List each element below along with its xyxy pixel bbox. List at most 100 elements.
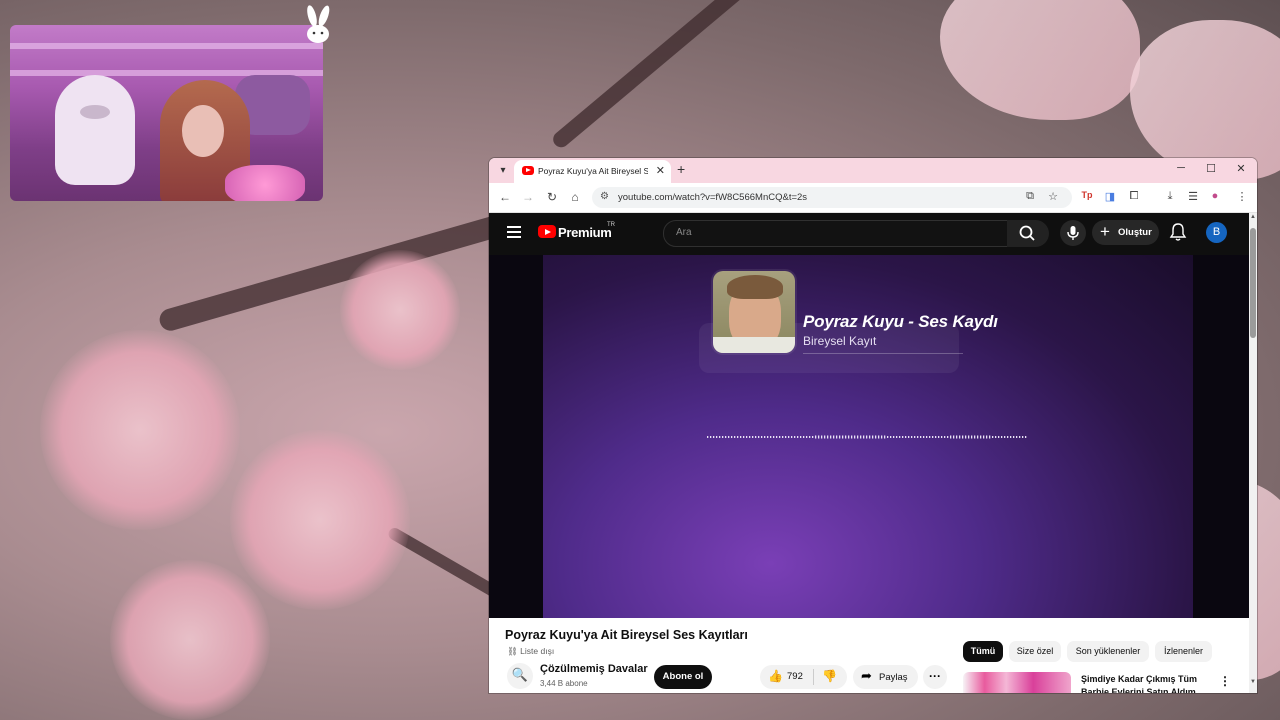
waveform-bar [941,436,943,438]
search-input[interactable]: Ara [663,220,1009,247]
chip-all[interactable]: Tümü [963,641,1003,662]
waveform-bar [785,436,787,438]
waveform-bar [1013,436,1015,438]
waveform-bar [965,435,967,439]
tab-active[interactable]: Poyraz Kuyu'ya Ait Bireysel Ses Kayıtlar… [514,160,671,183]
wallpaper-blossom [40,330,240,530]
back-button[interactable]: ← [497,190,513,204]
like-thumb-icon[interactable]: 👍 [768,669,783,683]
share-button[interactable]: ➦ Paylaş [853,665,918,689]
menu-icon[interactable] [507,226,521,238]
subscribe-button[interactable]: Abone ol [654,665,712,689]
tab-close-icon[interactable]: ✕ [656,164,665,177]
share-label: Paylaş [879,672,908,683]
waveform-bar [758,436,760,438]
scroll-down-arrow-icon[interactable]: ▼ [1249,679,1257,685]
bunny-icon [307,5,330,43]
search-button[interactable] [1007,220,1049,247]
waveform-bar [950,435,952,439]
extension-translate-icon[interactable]: ◨ [1102,190,1118,203]
youtube-header: Premium TR Ara + Oluştur B [489,213,1249,255]
waveform-bar [761,436,763,438]
notifications-bell-icon[interactable] [1169,222,1187,242]
reading-list-icon[interactable]: ☰ [1185,190,1201,203]
chip-for-you[interactable]: Size özel [1009,641,1061,662]
dislike-thumb-icon[interactable]: 👎 [822,669,837,683]
waveform-bar [935,436,937,438]
close-window-button[interactable]: ✕ [1231,162,1251,175]
new-tab-button[interactable]: + [677,161,685,177]
waveform-bar [1007,436,1009,438]
youtube-logo-icon[interactable] [538,225,556,238]
recommendation-menu-icon[interactable]: ⋮ [1219,674,1231,688]
voice-search-button[interactable] [1060,220,1086,246]
waveform-bar [902,436,904,438]
waveform-bar [767,436,769,438]
photo-hair [727,275,783,299]
maximize-button[interactable]: ☐ [1201,162,1221,175]
bookmark-star-icon[interactable]: ☆ [1045,190,1061,203]
waveform-bar [995,436,997,438]
recommendation-thumbnail[interactable] [963,672,1071,693]
video-player[interactable]: Poyraz Kuyu - Ses Kaydı Bireysel Kayıt [489,255,1249,618]
like-count[interactable]: 792 [787,671,803,682]
more-actions-button[interactable]: ··· [923,665,947,689]
waveform-bar [983,435,985,439]
page-scrollbar[interactable]: ▲ ▼ [1249,213,1257,693]
waveform-bar [881,435,883,439]
waveform-bar [770,436,772,438]
forward-button[interactable]: → [520,190,536,204]
video-title: Poyraz Kuyu'ya Ait Bireysel Ses Kayıtlar… [505,628,748,642]
unlisted-badge: ⛓ Liste dışı [507,646,554,657]
webcam-overlay [10,25,323,201]
waveform-bar [752,436,754,438]
downloads-icon[interactable]: ⤓ [1162,190,1178,203]
waveform-bar [824,435,826,439]
recommendation-title[interactable]: Şimdiye Kadar Çıkmış Tüm Barbie Evlerini… [1081,673,1206,693]
waveform-bar [779,436,781,438]
create-button[interactable]: + Oluştur [1092,220,1159,245]
youtube-brand[interactable]: Premium [558,225,612,240]
address-url[interactable]: youtube.com/watch?v=fW8C566MnCQ&t=2s [618,192,807,203]
tab-strip: ▾ Poyraz Kuyu'ya Ait Bireysel Ses Kayıtl… [489,158,1257,183]
waveform-bar [887,436,889,438]
wallpaper-blossom [340,250,460,370]
waveform-bar [1019,436,1021,438]
waveform-bar [854,435,856,439]
waveform-bar [815,435,817,439]
site-info-icon[interactable]: ⚙ [600,191,609,202]
extensions-puzzle-icon[interactable]: ⧠ [1126,190,1142,203]
chip-watched[interactable]: İzlenenler [1155,641,1212,662]
install-app-icon[interactable]: ⧉ [1022,190,1038,203]
waveform-bar [962,435,964,439]
cam-plush-face [80,105,110,119]
waveform-bar [992,436,994,438]
account-avatar[interactable]: B [1206,222,1227,243]
waveform-bar [836,435,838,439]
extension-tp-icon[interactable]: Tp [1079,190,1095,200]
player-card-title: Poyraz Kuyu - Ses Kaydı [803,312,998,331]
waveform-bar [875,435,877,439]
channel-avatar-icon[interactable]: 🔍 [507,663,533,689]
address-bar[interactable]: ⚙ youtube.com/watch?v=fW8C566MnCQ&t=2s [592,187,1072,208]
youtube-page: Premium TR Ara + Oluştur B Poyraz Kuyu -… [489,213,1249,693]
waveform-bar [713,436,715,438]
waveform-bar [989,435,991,439]
cam-flowers [225,165,305,201]
chip-recently-uploaded[interactable]: Son yüklenenler [1067,641,1149,662]
tab-search-dropdown[interactable]: ▾ [495,163,511,179]
browser-menu-icon[interactable]: ⋮ [1234,190,1250,203]
video-frame[interactable]: Poyraz Kuyu - Ses Kaydı Bireysel Kayıt [543,255,1193,618]
minimize-button[interactable]: ─ [1171,162,1191,174]
scrollbar-thumb[interactable] [1250,228,1256,338]
reload-button[interactable]: ↻ [544,190,560,204]
card-divider [803,353,963,354]
home-button[interactable]: ⌂ [567,190,583,204]
waveform-bar [707,436,709,438]
waveform-bar [722,436,724,438]
scroll-up-arrow-icon[interactable]: ▲ [1249,214,1257,220]
profile-icon[interactable]: ● [1207,190,1223,202]
player-card-subtitle: Bireysel Kayıt [803,334,877,348]
channel-name[interactable]: Çözülmemiş Davalar [540,663,648,675]
waveform-bar [710,436,712,438]
